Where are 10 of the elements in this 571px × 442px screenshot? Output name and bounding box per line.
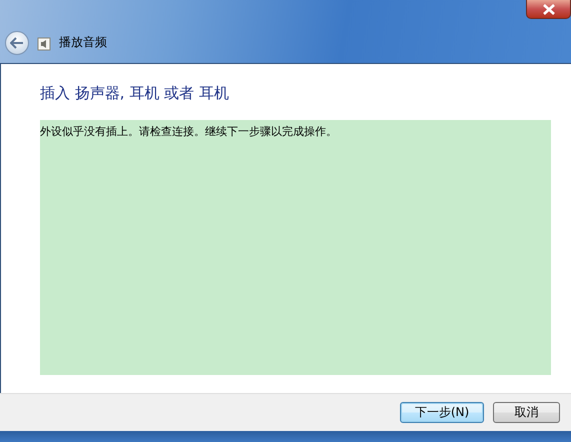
window-title: 播放音频: [59, 34, 107, 51]
back-button[interactable]: [5, 31, 29, 55]
cancel-button[interactable]: 取消: [493, 402, 560, 422]
next-button[interactable]: 下一步(N): [400, 402, 484, 422]
close-icon: [542, 4, 556, 14]
speaker-icon: [37, 37, 51, 51]
close-button[interactable]: [526, 0, 571, 19]
dialog-heading: 插入 扬声器, 耳机 或者 耳机: [40, 84, 230, 103]
message-text: 外设似乎没有插上。请检查连接。继续下一步骤以完成操作。: [40, 124, 337, 139]
back-arrow-icon: [10, 37, 24, 49]
